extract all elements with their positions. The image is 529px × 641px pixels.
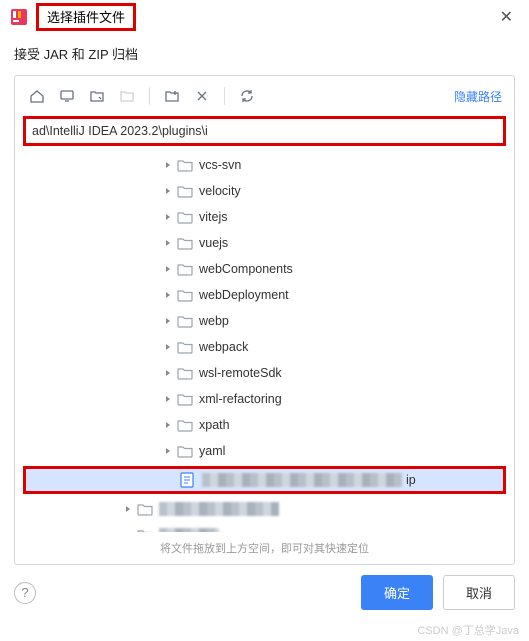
separator	[224, 87, 225, 105]
separator	[149, 87, 150, 105]
chevron-right-icon	[161, 291, 175, 299]
tree-folder-row[interactable]	[23, 522, 506, 532]
home-icon[interactable]	[27, 86, 47, 106]
file-tree[interactable]: vcs-svn velocity vitejs vuejs webComponents w…	[23, 152, 506, 532]
folder-icon	[177, 392, 193, 406]
chevron-right-icon	[161, 421, 175, 429]
redacted-folder	[159, 528, 219, 532]
folder-icon	[177, 444, 193, 458]
folder-icon	[177, 262, 193, 276]
delete-icon[interactable]	[192, 86, 212, 106]
folder-label: webp	[199, 314, 229, 328]
chevron-right-icon	[121, 505, 135, 513]
folder-label: velocity	[199, 184, 241, 198]
folder-label: vcs-svn	[199, 158, 241, 172]
path-field-highlight	[23, 116, 506, 146]
tree-folder-row[interactable]: webpack	[23, 334, 506, 360]
tree-folder-row[interactable]: webDeployment	[23, 282, 506, 308]
folder-icon	[177, 158, 193, 172]
folder-label: yaml	[199, 444, 225, 458]
new-folder-icon[interactable]	[162, 86, 182, 106]
folder-icon	[177, 366, 193, 380]
close-button[interactable]: ✕	[494, 5, 519, 29]
dialog-subtitle: 接受 JAR 和 ZIP 归档	[0, 34, 529, 75]
file-chooser-panel: 隐藏路径 vcs-svn velocity vitejs vuejs webCompon…	[14, 75, 515, 565]
chevron-right-icon	[161, 161, 175, 169]
cancel-button[interactable]: 取消	[443, 575, 515, 610]
folder-icon	[177, 314, 193, 328]
tree-folder-row[interactable]: webp	[23, 308, 506, 334]
folder-icon	[137, 528, 153, 532]
chevron-right-icon	[121, 531, 135, 532]
folder-icon	[177, 340, 193, 354]
chevron-right-icon	[161, 239, 175, 247]
folder-label: vuejs	[199, 236, 228, 250]
tree-folder-row[interactable]: vitejs	[23, 204, 506, 230]
help-icon[interactable]: ?	[14, 582, 36, 604]
chevron-right-icon	[161, 187, 175, 195]
chevron-right-icon	[161, 213, 175, 221]
folder-label: xml-refactoring	[199, 392, 282, 406]
folder-icon	[177, 288, 193, 302]
path-input[interactable]	[32, 124, 497, 138]
tree-folder-row[interactable]: yaml	[23, 438, 506, 464]
folder-label: webDeployment	[199, 288, 289, 302]
folder-icon	[177, 418, 193, 432]
folder-label: webComponents	[199, 262, 293, 276]
module-icon[interactable]	[117, 86, 137, 106]
chevron-right-icon	[161, 343, 175, 351]
title-highlight: 选择插件文件	[36, 3, 136, 31]
tree-folder-row[interactable]: vuejs	[23, 230, 506, 256]
tree-folder-row[interactable]: xpath	[23, 412, 506, 438]
selected-file-row[interactable]: ip	[23, 466, 506, 494]
refresh-icon[interactable]	[237, 86, 257, 106]
tree-folder-row[interactable]	[23, 496, 506, 522]
toolbar: 隐藏路径	[23, 84, 506, 114]
folder-label: xpath	[199, 418, 230, 432]
folder-label: webpack	[199, 340, 248, 354]
ok-button[interactable]: 确定	[361, 575, 433, 610]
tree-folder-row[interactable]: velocity	[23, 178, 506, 204]
folder-label: wsl-remoteSdk	[199, 366, 282, 380]
tree-folder-row[interactable]: xml-refactoring	[23, 386, 506, 412]
chevron-right-icon	[161, 317, 175, 325]
folder-icon	[137, 502, 153, 516]
redacted-folder	[159, 502, 279, 516]
folder-icon	[177, 236, 193, 250]
folder-label: vitejs	[199, 210, 227, 224]
folder-icon	[177, 210, 193, 224]
file-suffix: ip	[406, 473, 416, 487]
drop-hint: 将文件拖放到上方空间，即可对其快速定位	[23, 532, 506, 560]
folder-icon	[177, 184, 193, 198]
tree-folder-row[interactable]: vcs-svn	[23, 152, 506, 178]
desktop-icon[interactable]	[57, 86, 77, 106]
tree-folder-row[interactable]: webComponents	[23, 256, 506, 282]
chevron-right-icon	[161, 447, 175, 455]
watermark: CSDN @丁总学Java	[417, 622, 519, 638]
chevron-right-icon	[161, 369, 175, 377]
window-title: 选择插件文件	[47, 10, 125, 25]
file-icon	[180, 472, 196, 488]
chevron-right-icon	[161, 395, 175, 403]
redacted-filename	[202, 473, 402, 487]
hide-path-link[interactable]: 隐藏路径	[454, 88, 502, 105]
tree-folder-row[interactable]: wsl-remoteSdk	[23, 360, 506, 386]
app-icon	[10, 8, 28, 26]
chevron-right-icon	[161, 265, 175, 273]
project-icon[interactable]	[87, 86, 107, 106]
